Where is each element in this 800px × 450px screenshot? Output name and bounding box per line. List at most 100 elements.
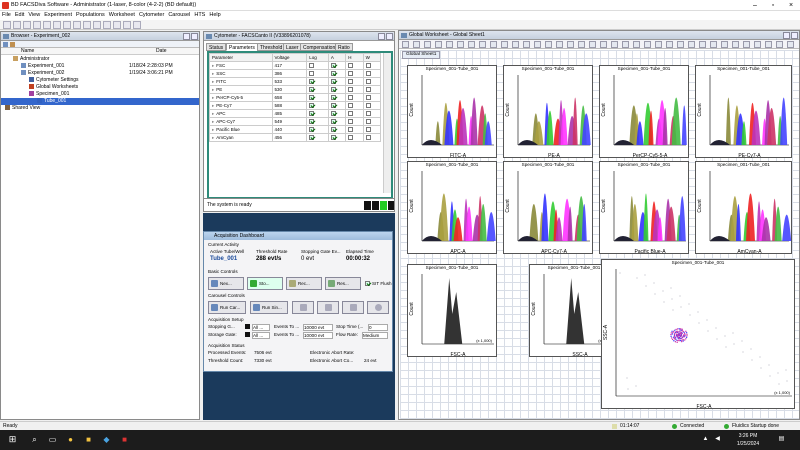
area-checkbox[interactable]: [330, 103, 336, 109]
height-checkbox[interactable]: [348, 79, 354, 85]
tab-compensation[interactable]: Compensation: [300, 43, 339, 51]
log-checkbox[interactable]: [309, 111, 315, 117]
maximize-icon[interactable]: ▫: [764, 0, 782, 11]
area-checkbox[interactable]: [330, 87, 336, 93]
height-checkbox[interactable]: [348, 111, 354, 117]
toolbar-tool-icon[interactable]: [43, 21, 51, 29]
new-experiment-icon[interactable]: [10, 42, 15, 47]
toolbar-tool-icon[interactable]: [123, 21, 131, 29]
tree-row[interactable]: Experiment_002 1/19/24 3:06:21 PM: [1, 70, 199, 77]
worksheet-tool-icon[interactable]: [721, 41, 728, 48]
tree-row[interactable]: Tube_001: [1, 98, 199, 105]
worksheet-tool-icon[interactable]: [479, 41, 486, 48]
table-row[interactable]: ▸ Pacific Blue 440: [209, 125, 382, 134]
voltage-cell[interactable]: 530: [271, 85, 308, 94]
log-checkbox[interactable]: [309, 63, 315, 69]
voltage-cell[interactable]: 456: [271, 133, 308, 142]
worksheet-tool-icon[interactable]: [644, 41, 651, 48]
menu-help[interactable]: Help: [209, 12, 220, 18]
toolbar-tool-icon[interactable]: [83, 21, 91, 29]
tab-threshold[interactable]: Threshold: [257, 43, 286, 51]
voltage-cell[interactable]: 658: [271, 93, 308, 102]
table-row[interactable]: ▸ FITC 533: [209, 77, 382, 86]
chrome-icon[interactable]: ●: [65, 434, 76, 445]
height-checkbox[interactable]: [348, 95, 354, 101]
worksheet-tool-icon[interactable]: [787, 41, 794, 48]
width-checkbox[interactable]: [365, 71, 371, 77]
plot-fsc-a[interactable]: Specimen_001-Tube_001 FSC-A Count (x 1,000): [407, 264, 497, 358]
worksheet-tool-icon[interactable]: [446, 41, 453, 48]
voltage-cell[interactable]: 549: [271, 117, 308, 126]
restart-button[interactable]: Res...: [325, 277, 361, 290]
worksheet-tool-icon[interactable]: [622, 41, 629, 48]
notification-icon[interactable]: ▤: [776, 434, 787, 445]
worksheet-tool-icon[interactable]: [512, 41, 519, 48]
height-checkbox[interactable]: [348, 103, 354, 109]
carousel-skip-button[interactable]: [342, 301, 364, 314]
menu-populations[interactable]: Populations: [76, 12, 105, 18]
events-to-record-field[interactable]: 10000 evt: [303, 324, 333, 331]
worksheet-tool-icon[interactable]: [490, 41, 497, 48]
worksheet-tool-icon[interactable]: [776, 41, 783, 48]
worksheet-tool-icon[interactable]: [589, 41, 596, 48]
panel-minimize-icon[interactable]: [783, 32, 790, 39]
plot-fitc-a[interactable]: Specimen_001-Tube_001 FITC-A Count: [407, 65, 497, 159]
table-row[interactable]: ▸ APC-Cy7 549: [209, 117, 382, 126]
file-explorer-icon[interactable]: ■: [83, 434, 94, 445]
plot-pe-a[interactable]: Specimen_001-Tube_001 PE-A Count: [503, 65, 593, 159]
toolbar-tool-icon[interactable]: [93, 21, 101, 29]
toolbar-tool-icon[interactable]: [3, 21, 11, 29]
panel-minimize-icon[interactable]: [378, 33, 385, 40]
close-icon[interactable]: ×: [782, 0, 800, 11]
worksheet-tool-icon[interactable]: [600, 41, 607, 48]
stopping-gate-select[interactable]: All ...: [252, 324, 270, 331]
worksheet-tool-icon[interactable]: [578, 41, 585, 48]
table-row[interactable]: ▸ SSC 386: [209, 69, 382, 78]
voltage-cell[interactable]: 386: [271, 69, 308, 78]
taskbar-time[interactable]: 3:26 PM: [730, 433, 766, 439]
worksheet-tool-icon[interactable]: [457, 41, 464, 48]
flow-rate-select[interactable]: Medium: [362, 332, 388, 339]
table-row[interactable]: ▸ AmCyan 456: [209, 133, 382, 142]
height-checkbox[interactable]: [348, 135, 354, 141]
worksheet-tool-icon[interactable]: [688, 41, 695, 48]
worksheet-tool-icon[interactable]: [545, 41, 552, 48]
worksheet-tool-icon[interactable]: [556, 41, 563, 48]
worksheet-tool-icon[interactable]: [534, 41, 541, 48]
plot-percp-cy5-5-a[interactable]: Specimen_001-Tube_001 PerCP-Cy5-5-A Count: [599, 65, 689, 159]
toolbar-tool-icon[interactable]: [53, 21, 61, 29]
storage-gate-select[interactable]: All ...: [252, 332, 270, 339]
carousel-stop-button[interactable]: [367, 301, 389, 314]
worksheet-tool-icon[interactable]: [402, 41, 409, 48]
tab-laser[interactable]: Laser: [283, 43, 302, 51]
volume-icon[interactable]: ◀: [712, 434, 723, 445]
area-checkbox[interactable]: [330, 127, 336, 133]
area-checkbox[interactable]: [330, 119, 336, 125]
menu-cytometer[interactable]: Cytometer: [139, 12, 164, 18]
log-checkbox[interactable]: [309, 119, 315, 125]
windows-start-icon[interactable]: ⊞: [7, 434, 18, 445]
sit-flush-checkbox[interactable]: [365, 281, 370, 286]
worksheet-tool-icon[interactable]: [655, 41, 662, 48]
voltage-cell[interactable]: 588: [271, 101, 308, 110]
menu-experiment[interactable]: Experiment: [44, 12, 72, 18]
area-checkbox[interactable]: [330, 63, 336, 69]
log-checkbox[interactable]: [309, 79, 315, 85]
table-row[interactable]: ▸ PE 530: [209, 85, 382, 94]
panel-minimize-icon[interactable]: [183, 33, 190, 40]
worksheet-tool-icon[interactable]: [468, 41, 475, 48]
worksheet-tool-icon[interactable]: [501, 41, 508, 48]
worksheet-tool-icon[interactable]: [413, 41, 420, 48]
width-checkbox[interactable]: [365, 119, 371, 125]
worksheet-tool-icon[interactable]: [666, 41, 673, 48]
panel-close-icon[interactable]: [386, 33, 393, 40]
width-checkbox[interactable]: [365, 135, 371, 141]
table-row[interactable]: ▸ APC 485: [209, 109, 382, 118]
worksheet-tool-icon[interactable]: [567, 41, 574, 48]
toolbar-tool-icon[interactable]: [33, 21, 41, 29]
log-checkbox[interactable]: [309, 127, 315, 133]
worksheet-tool-icon[interactable]: [754, 41, 761, 48]
new-folder-icon[interactable]: [3, 42, 8, 47]
log-checkbox[interactable]: [309, 71, 315, 77]
menu-worksheet[interactable]: Worksheet: [109, 12, 135, 18]
